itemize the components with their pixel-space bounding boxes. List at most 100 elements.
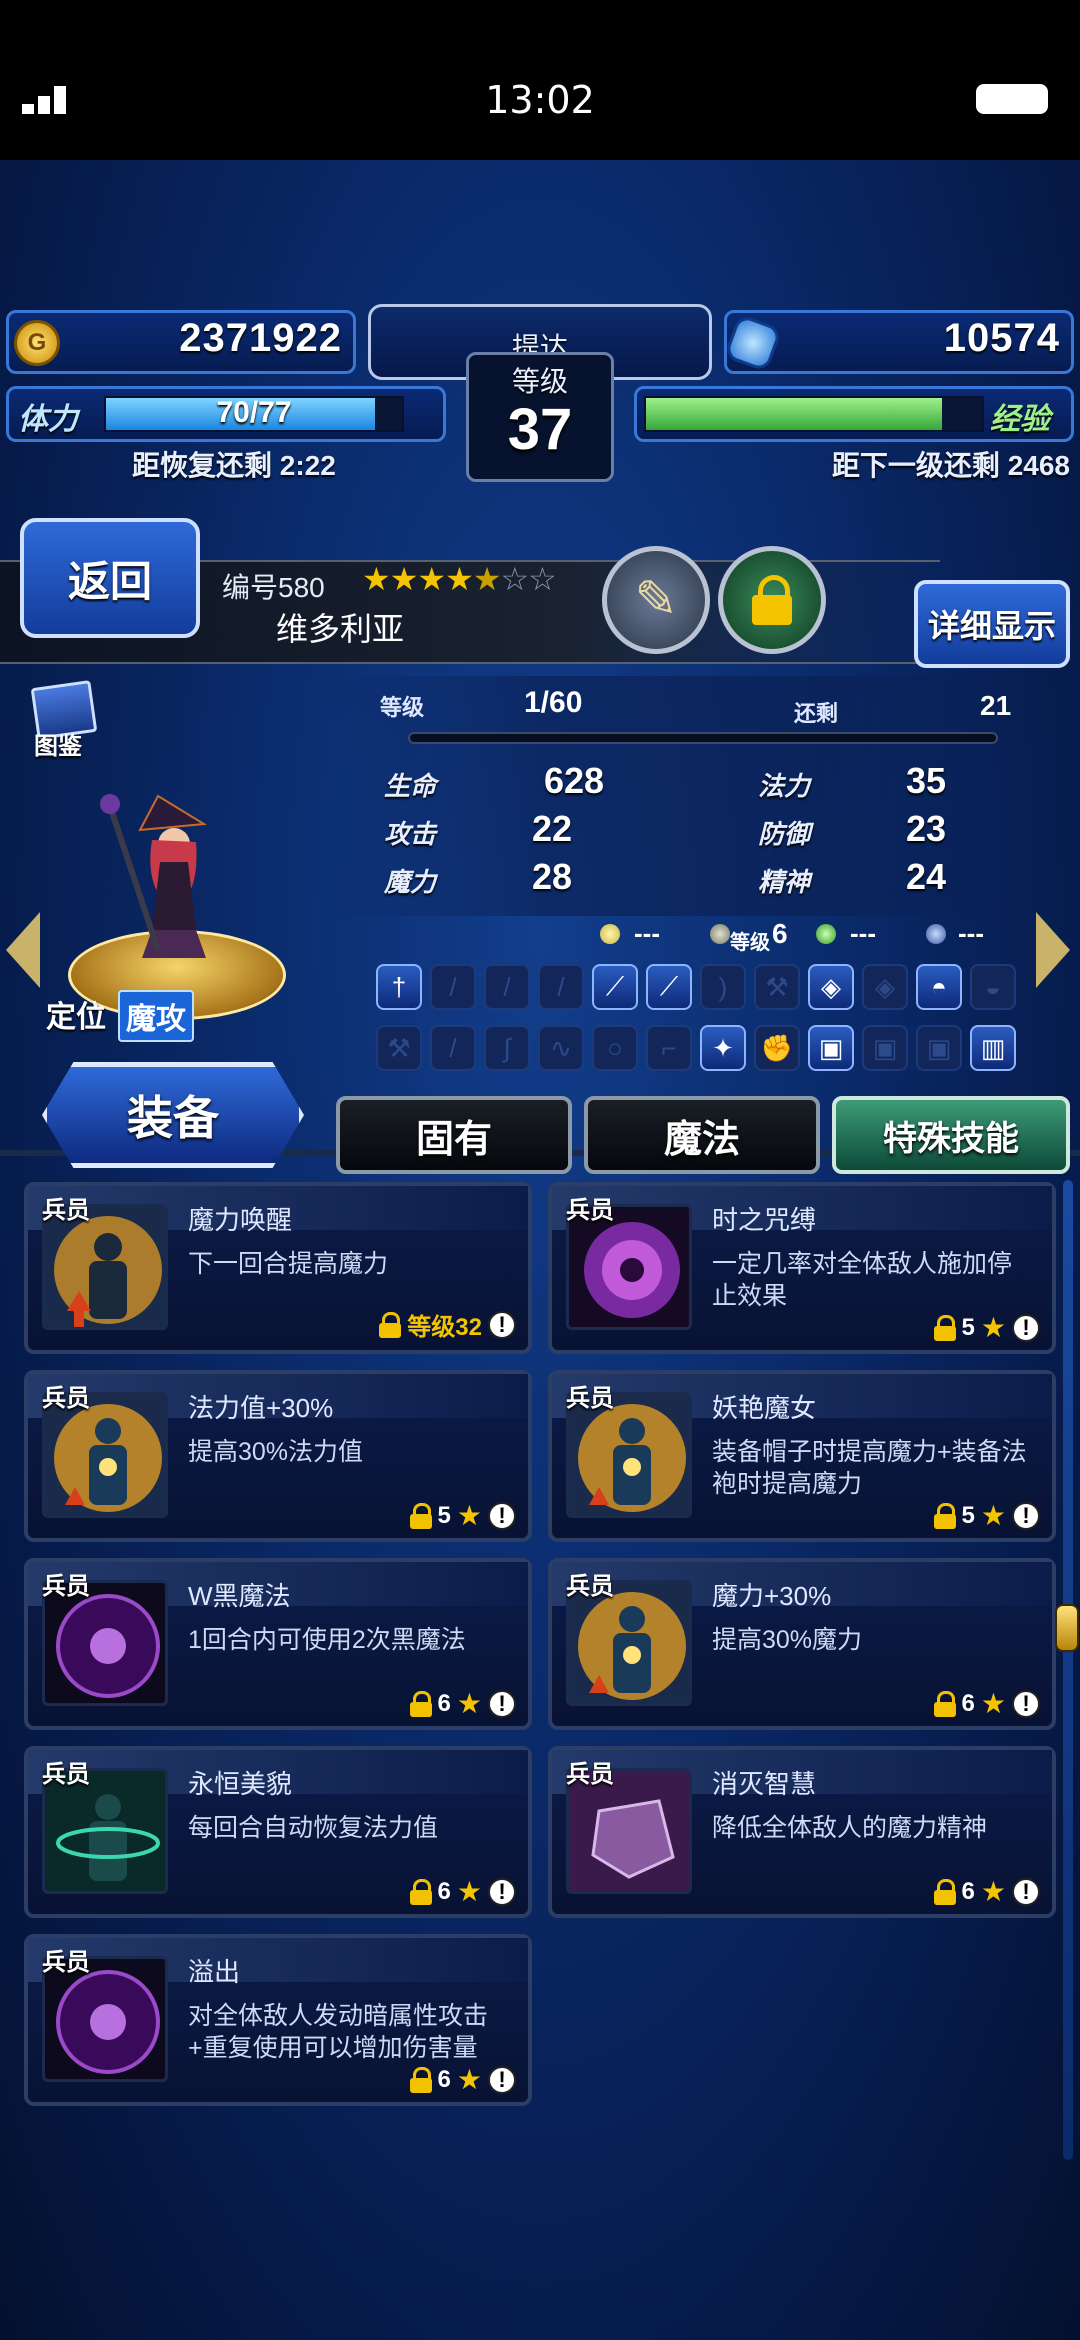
ability-card[interactable]: 兵员 消灭智慧 降低全体敌人的魔力精神 6 ★! — [548, 1746, 1056, 1918]
clothes-icon: ▣ — [808, 1025, 854, 1071]
ability-source-tag: 兵员 — [566, 1573, 614, 1600]
rod-icon: ⟋ — [646, 964, 692, 1010]
ability-title: 时之咒缚 — [712, 1205, 817, 1235]
level-progress-track — [408, 732, 998, 744]
ability-source-tag: 兵员 — [566, 1197, 614, 1224]
rarity-star-icon: ★ — [362, 561, 391, 597]
ability-card[interactable]: 兵员 W黑魔法 1回合内可使用2次黑魔法 6 ★! — [24, 1558, 532, 1730]
rarity-star-icon: ★ — [980, 1500, 1006, 1531]
ability-title: 魔力唤醒 — [188, 1205, 293, 1235]
detail-display-button[interactable]: 详细显示 — [914, 580, 1070, 668]
rarity-star-icon: ★ — [980, 1312, 1006, 1343]
ability-card[interactable]: 兵员 时之咒缚一定几率对全体敌人施加停止效果 5 ★! — [548, 1182, 1056, 1354]
ability-source-tag: 兵员 — [42, 1573, 90, 1600]
padlock-icon — [409, 1691, 432, 1717]
mp-label: 法力 — [758, 771, 811, 801]
ability-title: W黑魔法 — [188, 1581, 291, 1611]
tab-equip[interactable]: 装备 — [42, 1062, 304, 1168]
info-icon[interactable]: ! — [488, 1690, 516, 1718]
def-label: 防御 — [758, 819, 811, 849]
rank-level-value: 37 — [507, 397, 573, 462]
orb-gray-icon — [710, 924, 730, 944]
info-icon[interactable]: ! — [488, 1502, 516, 1530]
ability-requirement: 6 ★! — [409, 1690, 516, 1718]
ability-source-tag: 兵员 — [566, 1385, 614, 1412]
ability-requirement: 6 ★! — [409, 2066, 516, 2094]
ability-card[interactable]: 兵员 法力值+30% 提高30%法力值 5 ★! — [24, 1370, 532, 1542]
info-icon[interactable]: ! — [488, 1310, 516, 1339]
encyclopedia-label[interactable]: 图鉴 — [34, 726, 82, 761]
scrollbar[interactable] — [1063, 1180, 1073, 2160]
ability-list: 兵员 魔力唤醒 下一回合提高魔力 等级32! 兵员 时之咒缚一定几率对全体敌人施加停止效果… — [24, 1182, 1056, 2106]
ability-title: 永恒美貌 — [188, 1769, 293, 1799]
info-icon[interactable]: ! — [1012, 1878, 1040, 1906]
atk-value: 22 — [532, 808, 573, 849]
info-icon[interactable]: ! — [1012, 1690, 1040, 1718]
robe-icon: ▥ — [970, 1025, 1016, 1071]
ability-requirement: 5 ★! — [933, 1312, 1040, 1343]
ability-card[interactable]: 兵员 永恒美貌 每回合自动恢复法力值 6 ★! — [24, 1746, 532, 1918]
sword-icon: / — [430, 964, 476, 1010]
ability-title: 溢出 — [188, 1957, 241, 1987]
battery-icon — [976, 84, 1048, 114]
orb-green-icon — [816, 924, 836, 944]
back-button[interactable]: 返回 — [20, 518, 200, 638]
def-value: 23 — [906, 808, 947, 849]
tab-innate[interactable]: 固有 — [336, 1096, 572, 1174]
gil-amount: 2371922 — [179, 316, 342, 360]
ability-card[interactable]: 兵员 妖艳魔女 装备帽子时提高魔力+装备法袍时提高魔力 5 ★! — [548, 1370, 1056, 1542]
ability-description: 提高30%魔力 — [712, 1626, 863, 1654]
info-icon[interactable]: ! — [488, 2066, 516, 2094]
atk-label: 攻击 — [384, 819, 437, 849]
tab-special-skills[interactable]: 特殊技能 — [832, 1096, 1070, 1174]
prev-unit-arrow[interactable] — [6, 912, 40, 988]
ability-requirement: 5 ★! — [409, 1502, 516, 1530]
ability-description: 对全体敌人发动暗属性攻击+重复使用可以增加伤害量 — [188, 2002, 489, 2062]
tab-magic[interactable]: 魔法 — [584, 1096, 820, 1174]
info-icon[interactable]: ! — [1012, 1314, 1040, 1342]
padlock-icon — [409, 1503, 432, 1529]
ability-source-tag: 兵员 — [42, 1949, 90, 1976]
mp-value: 35 — [906, 760, 947, 801]
greatsword-icon: / — [484, 964, 530, 1010]
character-sprite[interactable] — [88, 790, 268, 970]
padlock-icon — [752, 575, 792, 625]
info-icon[interactable]: ! — [488, 1878, 516, 1906]
ability-description: 一定几率对全体敌人施加停止效果 — [712, 1250, 1013, 1310]
exp-label: 经验 — [990, 403, 1050, 436]
staff-icon: ⟋ — [592, 964, 638, 1010]
ability-card[interactable]: 兵员 溢出对全体敌人发动暗属性攻击+重复使用可以增加伤害量 6 ★! — [24, 1934, 532, 2106]
rank-level-label: 等级 — [511, 366, 568, 397]
ability-card[interactable]: 兵员 魔力+30% 提高30%魔力 6 ★! — [548, 1558, 1056, 1730]
lapis-amount: 10574 — [943, 316, 1060, 360]
ability-title: 魔力+30% — [712, 1581, 832, 1611]
remaining-label: 还剩 — [794, 701, 839, 726]
ability-requirement-value: 5 — [961, 1502, 975, 1529]
notes-quill-icon[interactable]: ✎ — [602, 546, 710, 654]
bow-icon: ) — [700, 964, 746, 1010]
ability-requirement: 6 ★! — [933, 1878, 1040, 1906]
hammer-icon: ⚒ — [376, 1025, 422, 1071]
whip-icon: ∿ — [538, 1025, 584, 1071]
ability-requirement-value: 6 — [437, 1878, 451, 1905]
ability-requirement: 6 ★! — [933, 1690, 1040, 1718]
padlock-icon — [379, 1311, 402, 1338]
rarity-star-icon: ☆ — [500, 561, 529, 597]
scrollbar-thumb[interactable] — [1055, 1604, 1079, 1652]
info-icon[interactable]: ! — [1012, 1502, 1040, 1530]
exp-track — [644, 396, 984, 432]
ability-card[interactable]: 兵员 魔力唤醒 下一回合提高魔力 等级32! — [24, 1182, 532, 1354]
lock-button[interactable] — [718, 546, 826, 654]
ability-requirement-value: 6 — [437, 1690, 451, 1717]
unit-number: 编号580 — [222, 572, 325, 603]
ability-description: 1回合内可使用2次黑魔法 — [188, 1626, 466, 1654]
rarity-star-icon: ★ — [417, 561, 446, 597]
throwing-icon: ○ — [592, 1025, 638, 1071]
status-bar: 13:02 — [0, 0, 1080, 160]
next-unit-arrow[interactable] — [1036, 912, 1070, 988]
orb-2-value: 6 — [772, 918, 788, 949]
padlock-icon — [409, 1879, 432, 1905]
ability-requirement-value: 6 — [961, 1690, 975, 1717]
harp-icon: ∫ — [484, 1025, 530, 1071]
rarity-stars: ★★★★★☆☆ — [362, 560, 557, 598]
